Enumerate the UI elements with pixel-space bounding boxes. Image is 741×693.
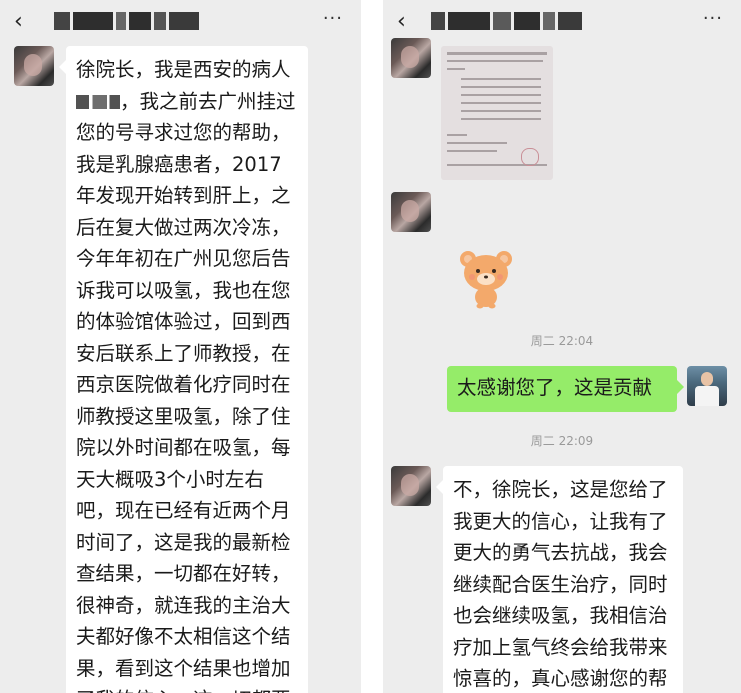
message-line: 很神奇，就连我的主治大 [76,593,291,617]
message-line: 惊喜的，真心感谢您的帮 [453,667,668,690]
contact-name-redacted [54,12,202,34]
more-dots-icon[interactable]: ··· [323,8,343,29]
report-image-message[interactable] [441,46,553,180]
message-line: 院以外时间都在吸氢，每 [76,436,291,459]
message-line: 时间了，这是我的最新检 [76,530,291,554]
sender-avatar[interactable] [14,46,54,86]
message-bubble: 不，徐院长，这是您给了 我更大的信心，让我有了 更大的勇气去抗战，我会 继续配合… [436,466,683,693]
message-line: 西京医院做着化疗同时在 [76,373,291,396]
chat-panel-right: ‹ ··· 周二 22:04 太感谢您了，这是贡献 周二 22:09 不，徐院长… [383,0,741,693]
message-line: 师教授这里吸氢，除了住 [76,404,291,428]
chat-header: ‹ ··· [0,0,361,46]
redacted-name [76,95,120,109]
chat-panel-left: ‹ ··· 徐院长，我是西安的病人 ，我之前去广州挂过 您的号寻求过您的帮助， … [0,0,361,693]
message-line: 吧，现在已经有近两个月 [76,499,291,522]
back-icon[interactable]: ‹ [14,8,23,36]
bear-sticker[interactable] [454,245,518,309]
message-line: 徐院长，我是西安的病人 [76,58,291,81]
message-line: 诉我可以吸氢，我也在您 [76,278,291,302]
message-line: 天大概吸3个小时左右 [76,467,264,491]
message-line: ，我之前去广州挂过 [76,86,298,118]
message-line: 年发现开始转到肝上，之 [76,184,291,207]
message-line: 太感谢您了，这是贡献 [457,376,653,399]
message-bubble: 徐院长，我是西安的病人 ，我之前去广州挂过 您的号寻求过您的帮助， 我是乳腺癌患… [59,46,308,693]
message-line: 继续配合医生治疗，同时 [453,572,668,596]
sent-message-bubble: 太感谢您了，这是贡献 [447,366,684,412]
message-line: 的体验馆体验过，回到西 [76,310,291,333]
timestamp: 周二 22:09 [530,434,594,448]
message-line: 今年年初在广州见您后告 [76,247,291,270]
sender-avatar[interactable] [391,192,431,232]
message-line: 您的号寻求过您的帮助， [76,121,291,144]
message-line: 也会继续吸氢，我相信治 [453,604,668,627]
message-line: 了我的信心，这一切都要 [76,684,298,693]
contact-name-redacted [431,12,585,34]
message-line: 更大的勇气去抗战，我会 [453,541,668,564]
message-line: 夫都好像不太相信这个结 [76,625,291,648]
message-line: 我是乳腺癌患者，2017 [76,152,282,176]
more-dots-icon[interactable]: ··· [703,8,723,29]
message-line: 疗加上氢气终会给我带来 [453,635,668,659]
message-line: 后在复大做过两次冷冻， [76,215,291,239]
own-avatar[interactable] [687,366,727,406]
chat-header: ‹ ··· [383,0,741,46]
sender-avatar[interactable] [391,466,431,506]
back-icon[interactable]: ‹ [397,8,406,36]
message-line: 查结果，一切都在好转， [76,562,291,585]
message-line: 安后联系上了师教授，在 [76,341,291,365]
message-line: 果，看到这个结果也增加 [76,656,291,680]
sender-avatar[interactable] [391,38,431,78]
message-line: 我更大的信心，让我有了 [453,509,668,533]
message-line: 不，徐院长，这是您给了 [453,478,668,501]
timestamp: 周二 22:04 [530,334,594,348]
